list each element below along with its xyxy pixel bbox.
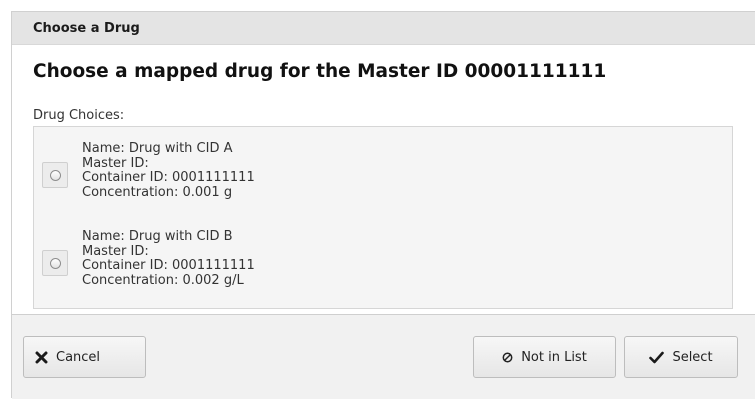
close-icon <box>35 351 48 364</box>
drug-concentration: Concentration: 0.002 g/L <box>82 272 244 288</box>
drug-choice-a-radio[interactable] <box>42 162 68 188</box>
drug-choice-b[interactable]: Name: Drug with CID B Master ID: Contain… <box>34 215 732 297</box>
select-button[interactable]: Select <box>624 336 738 378</box>
drug-container-id: Container ID: 0001111111 <box>82 258 255 273</box>
drug-name: Name: Drug with CID B <box>82 229 233 244</box>
drug-choice-b-details: Name: Drug with CID B Master ID: Contain… <box>82 229 255 288</box>
radio-icon <box>49 169 61 181</box>
drug-choice-a[interactable]: Name: Drug with CID A Master ID: Contain… <box>34 127 732 209</box>
drug-choice-b-radio[interactable] <box>42 250 68 276</box>
prohibited-icon <box>502 352 513 363</box>
dialog-footer: Cancel Not in List Select <box>12 314 755 399</box>
cancel-button-label: Cancel <box>56 349 101 365</box>
page-title: Choose a mapped drug for the Master ID 0… <box>33 61 607 82</box>
select-button-label: Select <box>672 349 713 365</box>
choose-drug-dialog: Choose a Drug Choose a mapped drug for t… <box>11 11 755 399</box>
not-in-list-button[interactable]: Not in List <box>473 336 616 378</box>
checkmark-icon <box>649 351 665 364</box>
drug-choices-label: Drug Choices: <box>33 108 125 123</box>
drug-choices-list: Name: Drug with CID A Master ID: Contain… <box>33 126 733 309</box>
drug-name: Name: Drug with CID A <box>82 141 233 156</box>
radio-icon <box>49 257 61 269</box>
dialog-title: Choose a Drug <box>12 12 755 45</box>
drug-master-id: Master ID: <box>82 155 149 171</box>
drug-container-id: Container ID: 0001111111 <box>82 170 255 185</box>
cancel-button[interactable]: Cancel <box>23 336 146 378</box>
drug-choice-a-details: Name: Drug with CID A Master ID: Contain… <box>82 141 255 200</box>
not-in-list-button-label: Not in List <box>521 349 587 365</box>
drug-master-id: Master ID: <box>82 243 149 259</box>
drug-concentration: Concentration: 0.001 g <box>82 184 233 200</box>
